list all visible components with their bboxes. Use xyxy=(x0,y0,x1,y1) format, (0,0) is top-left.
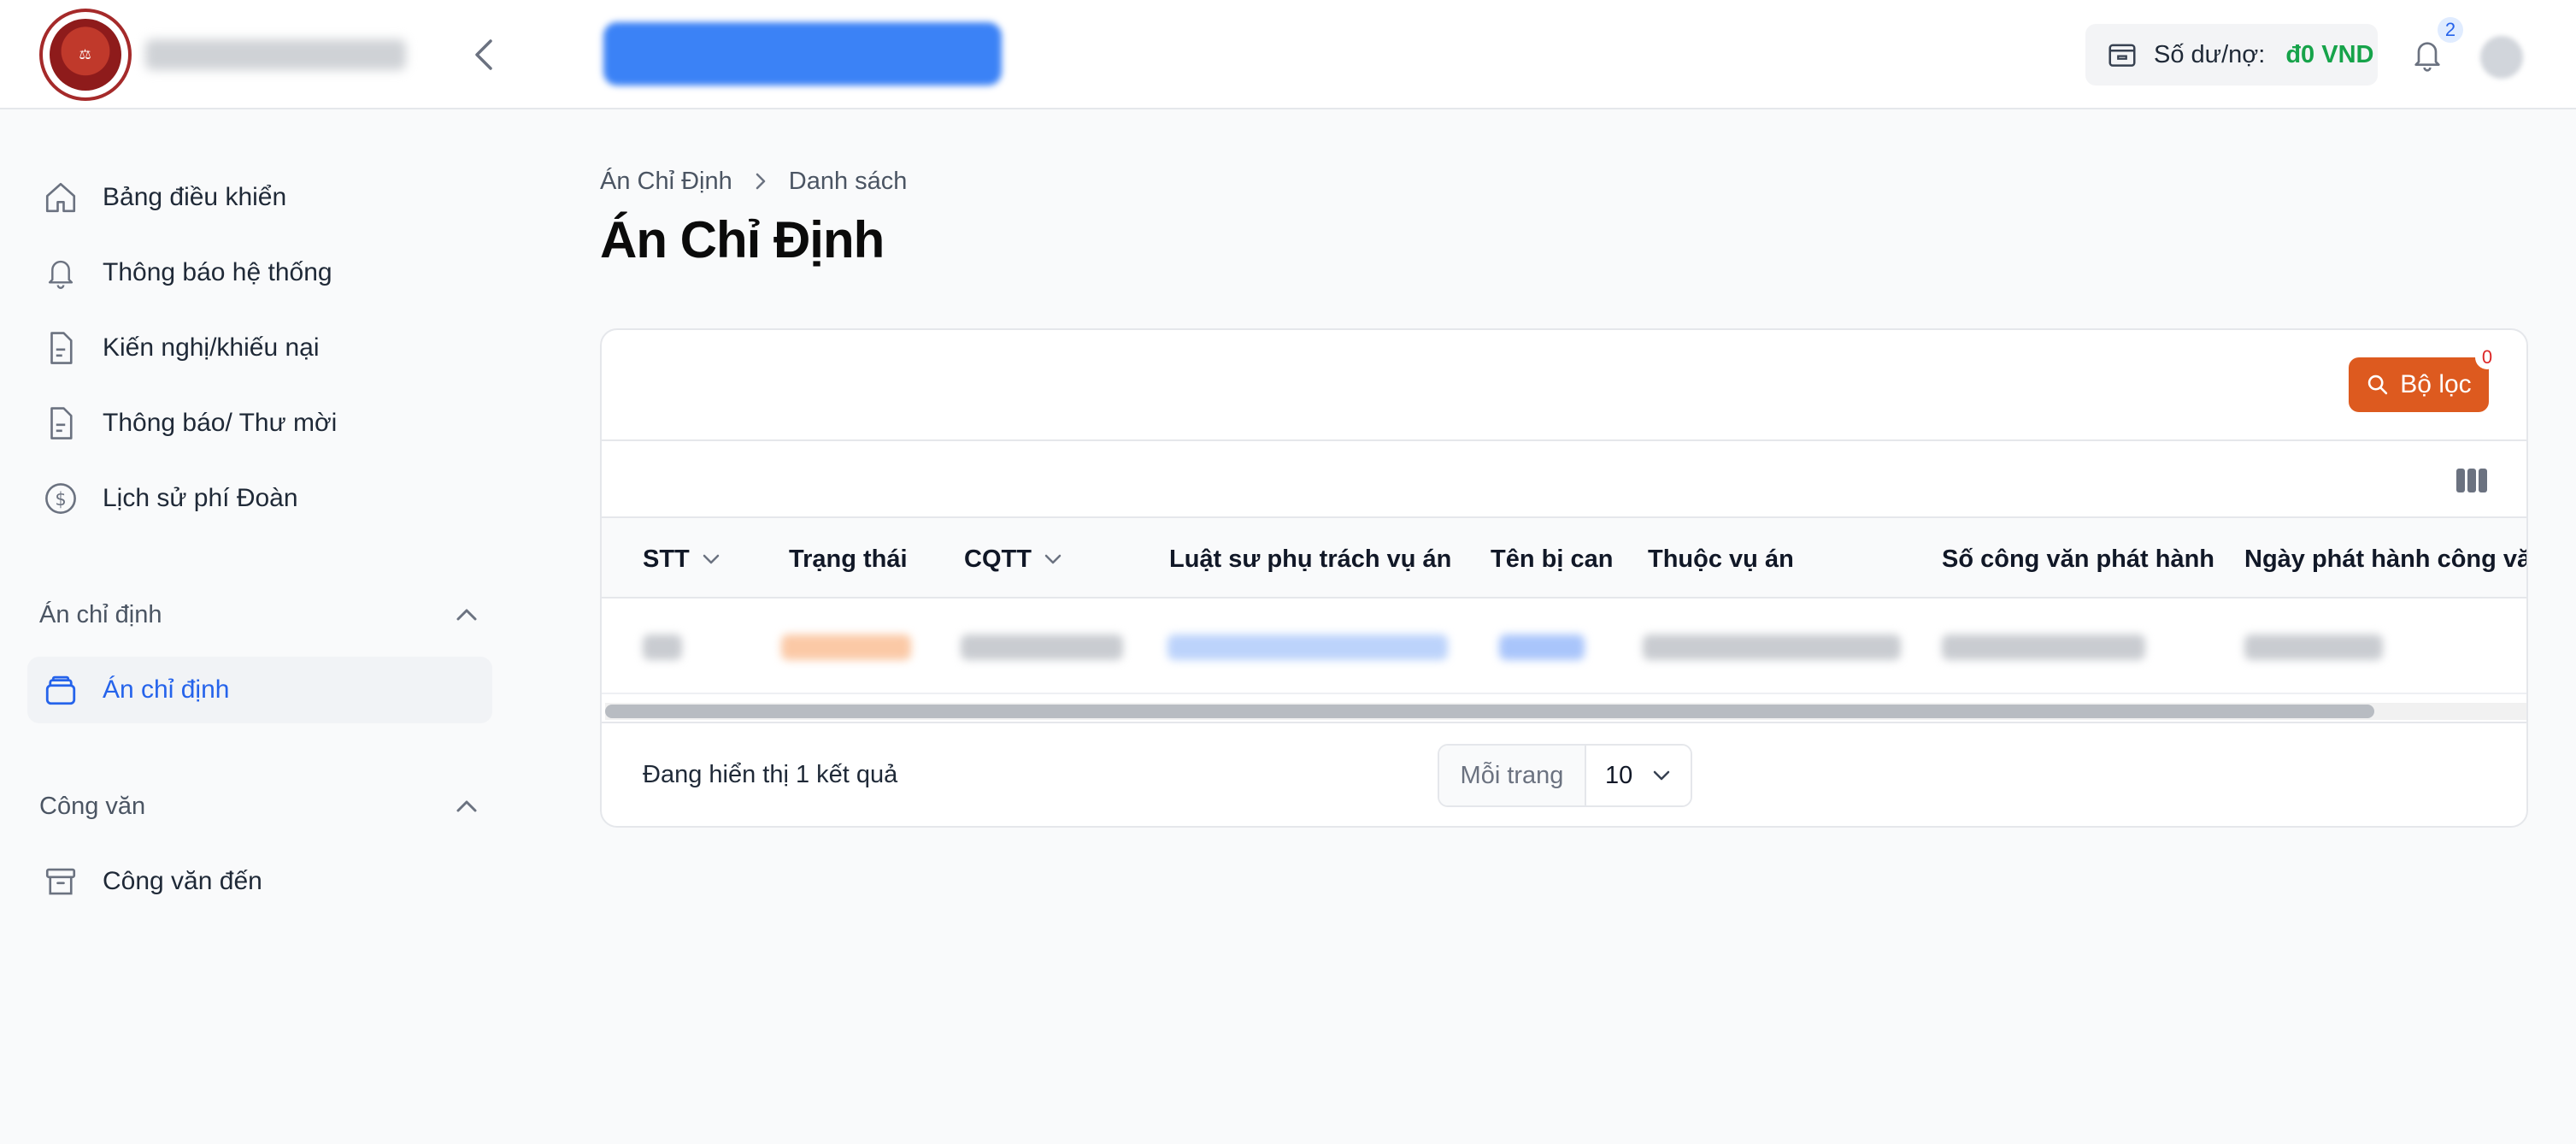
balance-amount: đ0 VND xyxy=(2285,40,2374,68)
sidebar-item-label: Thông báo/ Thư mời xyxy=(103,409,338,437)
column-header-label: STT xyxy=(643,545,690,573)
sidebar-item-invitations[interactable]: Thông báo/ Thư mời xyxy=(27,390,492,457)
sidebar: Bảng điều khiển Thông báo hệ thống Kiến … xyxy=(0,111,513,1144)
column-header-label: Tên bị can xyxy=(1491,545,1614,573)
notification-count-badge: 2 xyxy=(2438,17,2463,43)
sidebar-item-label: Thông báo hệ thống xyxy=(103,258,332,286)
column-header-defendant[interactable]: Tên bị can xyxy=(1491,518,1613,600)
column-header-lawyer[interactable]: Luật sư phụ trách vụ án xyxy=(1169,518,1451,600)
table-header: STT Trạng thái CQTT Luật sư phụ trách vụ… xyxy=(602,516,2526,599)
cell-cqtt-blurred xyxy=(961,634,1123,660)
sidebar-item-assigned-cases[interactable]: Án chỉ định xyxy=(27,657,492,723)
dollar-circle-icon: $ xyxy=(41,479,80,518)
home-icon xyxy=(41,178,80,217)
cell-stt-blurred xyxy=(643,634,682,660)
document-icon xyxy=(41,328,80,368)
per-page-selector[interactable]: Mỗi trang 10 xyxy=(1438,744,1692,807)
column-header-label: Luật sư phụ trách vụ án xyxy=(1169,545,1452,573)
section-title-label: Công văn xyxy=(39,792,146,820)
logo-emblem: ⚖ xyxy=(50,19,121,91)
cell-issue-date-blurred xyxy=(2244,634,2383,660)
column-header-label: Ngày phát hành công văn xyxy=(2244,545,2528,573)
cell-document-number-blurred xyxy=(1942,634,2145,660)
balance-label: Số dư/nợ: xyxy=(2154,40,2266,68)
cases-table-card: Bộ lọc 0 STT Trạng thái CQTT Luật sư phụ… xyxy=(600,328,2528,828)
svg-text:$: $ xyxy=(55,489,66,510)
sidebar-item-complaints[interactable]: Kiến nghị/khiếu nại xyxy=(27,315,492,381)
wallet-icon xyxy=(2108,44,2136,67)
columns-icon xyxy=(2456,469,2487,492)
top-action-button-blurred[interactable] xyxy=(603,22,1002,86)
filter-button[interactable]: Bộ lọc xyxy=(2349,357,2489,412)
search-icon xyxy=(2368,374,2388,395)
column-header-issue-date[interactable]: Ngày phát hành công văn xyxy=(2244,518,2528,600)
sidebar-section-assigned-cases[interactable]: Án chỉ định xyxy=(39,593,479,636)
chevron-down-icon xyxy=(1044,554,1062,564)
bell-icon xyxy=(2414,42,2440,72)
column-header-label: Thuộc vụ án xyxy=(1648,545,1794,573)
sidebar-item-fee-history[interactable]: $ Lịch sử phí Đoàn xyxy=(27,465,492,532)
table-row[interactable] xyxy=(602,600,2526,694)
column-header-document-number[interactable]: Số công văn phát hành xyxy=(1942,518,2214,600)
sidebar-item-label: Kiến nghị/khiếu nại xyxy=(103,333,320,362)
page-title: Án Chỉ Định xyxy=(600,211,885,268)
sidebar-item-incoming-documents[interactable]: Công văn đến xyxy=(27,848,492,915)
column-header-label: CQTT xyxy=(964,545,1032,573)
column-header-status[interactable]: Trạng thái xyxy=(789,518,908,600)
cell-status-blurred xyxy=(781,634,911,660)
document-icon xyxy=(41,404,80,443)
results-count-text: Đang hiển thị 1 kết quả xyxy=(643,761,898,788)
sidebar-item-label: Lịch sử phí Đoàn xyxy=(103,484,298,512)
column-header-label: Trạng thái xyxy=(789,545,908,573)
sidebar-item-label: Bảng điều khiển xyxy=(103,183,287,211)
per-page-value: 10 xyxy=(1605,761,1633,789)
organization-name-blurred xyxy=(145,39,406,70)
divider xyxy=(602,439,2526,441)
breadcrumb-current: Danh sách xyxy=(788,167,908,195)
chevron-left-icon xyxy=(475,39,492,70)
cell-case-blurred xyxy=(1643,634,1901,660)
divider xyxy=(602,722,2526,723)
chevron-down-icon xyxy=(703,554,720,564)
breadcrumb-root-link[interactable]: Án Chỉ Định xyxy=(600,168,732,196)
sidebar-item-system-notifications[interactable]: Thông báo hệ thống xyxy=(27,239,492,306)
archive-icon xyxy=(41,862,80,901)
column-header-case[interactable]: Thuộc vụ án xyxy=(1648,518,1794,600)
sidebar-item-dashboard[interactable]: Bảng điều khiển xyxy=(27,164,492,231)
top-bar: ⚖ Số dư/nợ: đ0 VND 2 xyxy=(0,0,2576,109)
filter-count-badge: 0 xyxy=(2475,345,2499,369)
user-avatar[interactable] xyxy=(2480,36,2523,79)
bell-icon xyxy=(41,253,80,292)
breadcrumb: Án Chỉ Định Danh sách xyxy=(600,164,907,198)
horizontal-scrollbar-thumb[interactable] xyxy=(605,705,2374,718)
chevron-up-icon xyxy=(456,609,477,621)
per-page-select[interactable]: 10 xyxy=(1586,746,1691,805)
column-header-label: Số công văn phát hành xyxy=(1942,545,2215,573)
filter-button-label: Bộ lọc xyxy=(2400,370,2472,398)
column-settings-button[interactable] xyxy=(2451,460,2492,501)
organization-logo[interactable]: ⚖ xyxy=(39,9,132,101)
chevron-right-icon xyxy=(756,173,765,190)
sidebar-collapse-button[interactable] xyxy=(465,34,503,75)
layers-icon xyxy=(41,670,80,710)
chevron-down-icon xyxy=(1653,770,1670,781)
column-header-stt[interactable]: STT xyxy=(643,518,720,600)
cell-defendant-blurred xyxy=(1499,634,1585,660)
per-page-label: Mỗi trang xyxy=(1439,746,1586,805)
sidebar-section-documents[interactable]: Công văn xyxy=(39,785,479,828)
balance-widget[interactable]: Số dư/nợ: đ0 VND xyxy=(2085,24,2378,86)
column-header-cqtt[interactable]: CQTT xyxy=(964,518,1062,600)
chevron-up-icon xyxy=(456,800,477,812)
section-title-label: Án chỉ định xyxy=(39,600,162,628)
cell-lawyer-blurred[interactable] xyxy=(1167,634,1448,660)
sidebar-item-label: Công văn đến xyxy=(103,867,262,895)
sidebar-item-label: Án chỉ định xyxy=(103,675,230,704)
